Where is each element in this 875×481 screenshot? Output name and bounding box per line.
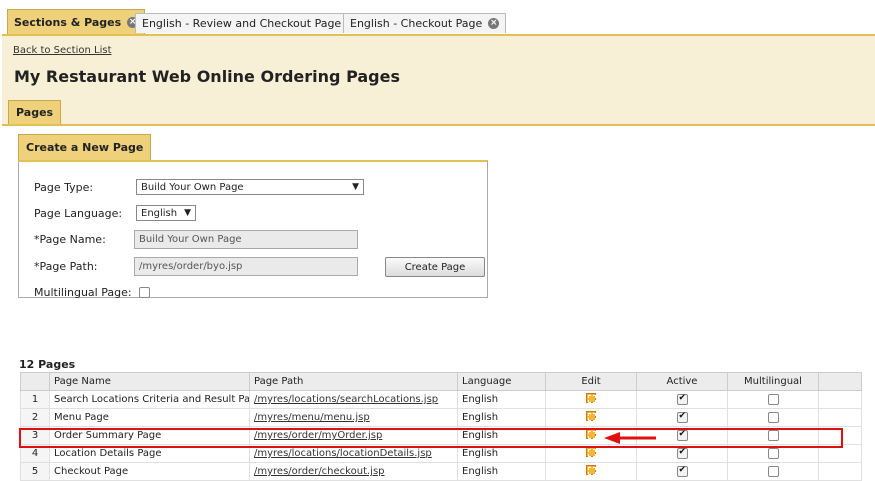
create-page-button[interactable]: Create Page [385,257,485,277]
multilingual-checkbox[interactable] [767,411,779,423]
table-row: 1 Search Locations Criteria and Result P… [20,390,862,409]
tab-label: Sections & Pages [14,15,122,29]
row-number: 1 [20,390,50,409]
edit-cell [545,408,637,427]
create-page-form: Page Type: Build Your Own Page ▼ Page La… [18,160,488,299]
page-language-value: English [141,207,178,219]
page-name-field[interactable]: Build Your Own Page [134,230,358,249]
page-type-value: Build Your Own Page [141,181,244,193]
active-checkbox[interactable] [676,393,688,405]
multilingual-cell [727,390,819,409]
active-cell [636,390,728,409]
multilingual-page-label: Multilingual Page: [34,286,132,299]
checkout-row-highlight [19,428,843,448]
page-language-label: Page Language: [34,207,123,220]
col-header-language[interactable]: Language [457,372,546,391]
pointer-arrow-icon [604,432,656,444]
table-header-row: Page Name Page Path Language Edit Active… [20,372,862,391]
col-header-index [20,372,50,391]
multilingual-cell [727,408,819,427]
pages-table: Page Name Page Path Language Edit Active… [20,372,862,481]
row-number: 2 [20,408,50,427]
close-icon[interactable]: × [488,18,500,29]
page-path-link[interactable]: /myres/order/checkout.jsp [249,462,458,481]
page-type-select[interactable]: Build Your Own Page ▼ [136,179,364,195]
tab-label: English - Checkout Page [350,17,483,30]
filler-cell [818,462,862,481]
chevron-down-icon: ▼ [184,208,191,218]
page-name-cell: Menu Page [49,408,250,427]
page-name-label: *Page Name: [34,233,106,246]
col-header-edit: Edit [545,372,637,391]
filler-cell [818,408,862,427]
page-title: My Restaurant Web Online Ordering Pages [14,67,400,86]
active-cell [636,408,728,427]
subtab-bar: Pages [2,98,875,126]
page-path-label: *Page Path: [34,260,98,273]
page-path-link[interactable]: /myres/locations/searchLocations.jsp [249,390,458,409]
page-path-field[interactable]: /myres/order/byo.jsp [134,257,358,276]
active-cell [636,462,728,481]
tab-label: English - Review and Checkout Page [142,17,342,30]
pages-count: 12 Pages [19,358,76,371]
edit-cell [545,390,637,409]
page-type-label: Page Type: [34,181,94,194]
page-language-select[interactable]: English ▼ [136,205,196,221]
multilingual-checkbox[interactable] [767,447,779,459]
pages-content: Create a New Page Page Type: Build Your … [2,126,875,481]
multilingual-cell [727,462,819,481]
col-header-filler [818,372,862,391]
page-path-link[interactable]: /myres/menu/menu.jsp [249,408,458,427]
row-number: 5 [20,462,50,481]
active-checkbox[interactable] [676,447,688,459]
edit-icon[interactable] [586,393,596,403]
edit-icon[interactable] [586,447,596,457]
edit-icon[interactable] [586,465,596,475]
language-cell: English [457,462,546,481]
table-row: 2 Menu Page /myres/menu/menu.jsp English [20,408,862,427]
language-cell: English [457,390,546,409]
multilingual-checkbox[interactable] [767,465,779,477]
tab-review-checkout[interactable]: English - Review and Checkout Page × [135,13,366,33]
language-cell: English [457,408,546,427]
multilingual-page-checkbox[interactable] [139,287,150,298]
tab-checkout[interactable]: English - Checkout Page × [343,13,507,33]
tab-bar: Sections & Pages × English - Review and … [0,0,875,34]
page-name-cell: Search Locations Criteria and Result Pag [49,390,250,409]
multilingual-checkbox[interactable] [767,393,779,405]
col-header-page-path[interactable]: Page Path [249,372,458,391]
col-header-active[interactable]: Active [636,372,728,391]
back-to-section-list-link[interactable]: Back to Section List [13,45,112,56]
tab-create-new-page[interactable]: Create a New Page [18,134,152,160]
active-checkbox[interactable] [676,411,688,423]
col-header-multilingual[interactable]: Multilingual [727,372,819,391]
edit-cell [545,462,637,481]
tab-sections-pages[interactable]: Sections & Pages × [7,9,146,34]
tab-pages[interactable]: Pages [8,100,62,124]
col-header-page-name[interactable]: Page Name [49,372,250,391]
chevron-down-icon: ▼ [352,182,359,192]
table-row: 5 Checkout Page /myres/order/checkout.js… [20,462,862,481]
main-panel: Back to Section List My Restaurant Web O… [2,34,875,481]
filler-cell [818,390,862,409]
page-name-cell: Checkout Page [49,462,250,481]
active-checkbox[interactable] [676,465,688,477]
edit-icon[interactable] [586,411,596,421]
